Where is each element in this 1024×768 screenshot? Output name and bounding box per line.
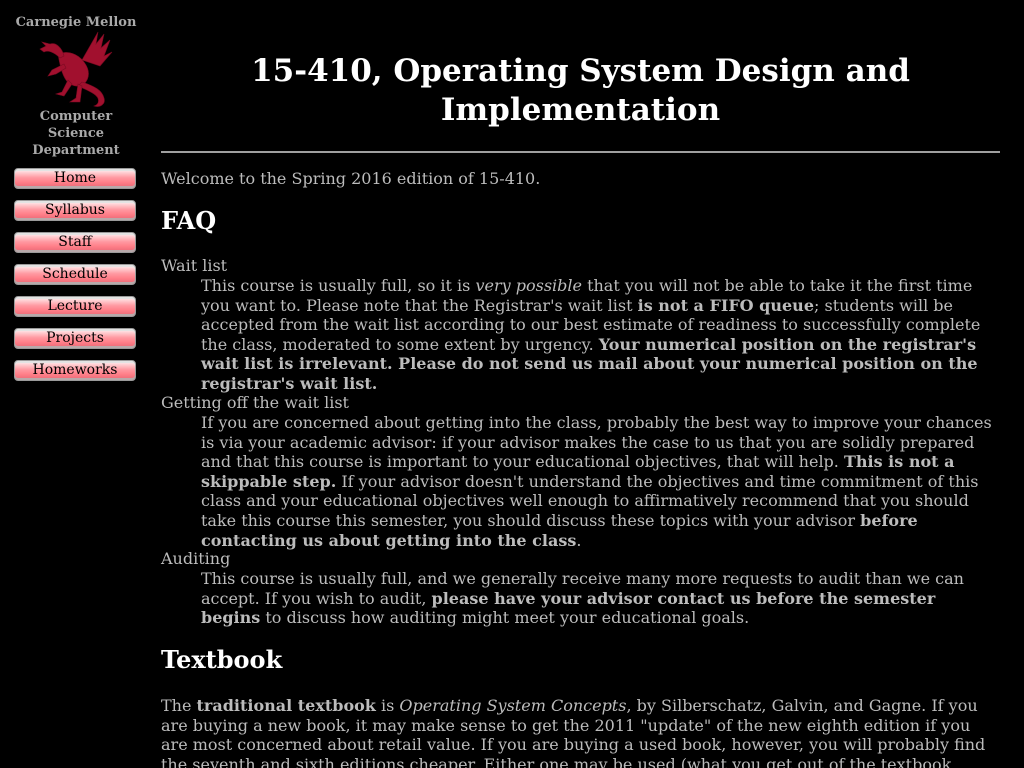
welcome-text: Welcome to the Spring 2016 edition of 15… [161,169,541,188]
page-title-line: 15-410, Operating System Design and [251,53,910,89]
faq-term: Wait list [161,256,228,275]
faq-answer: This course is usually full, and we gene… [201,569,1000,628]
dragon-logo-icon [39,31,113,107]
faq-answer: This course is usually full, so it is ve… [201,276,1000,394]
nav-button-projects[interactable]: Projects [14,328,136,349]
university-name: Carnegie Mellon [15,15,137,30]
text-run: . [576,530,582,550]
department-line: Computer [39,109,113,124]
emphasis-bold-text: is not a FIFO queue [637,295,814,315]
faq-answer: If you are concerned about getting into … [201,413,1000,550]
emphasis-bold-text: traditional textbook [196,696,376,715]
nav-button-schedule[interactable]: Schedule [14,264,136,285]
department-line: Science [47,126,105,141]
title-divider [161,151,1000,153]
nav-button-lecture[interactable]: Lecture [14,296,136,317]
text-run: is [375,696,400,715]
main-content: 15-410, Operating System Design and Impl… [161,0,1000,768]
sidebar: Carnegie Mellon Computer Science Departm… [0,0,152,768]
department-line: Department [32,143,120,158]
emphasis-italic-text: Operating System Concepts [399,696,627,715]
textbook-heading: Textbook [161,645,283,674]
nav-button-staff[interactable]: Staff [14,232,136,253]
faq-term: Getting off the wait list [161,393,349,412]
nav-button-home[interactable]: Home [14,168,136,189]
page-title: 15-410, Operating System Design and Impl… [161,52,1000,130]
nav-button-syllabus[interactable]: Syllabus [14,200,136,221]
text-run: The [161,696,197,715]
department-label: Computer Science Department [0,108,152,159]
textbook-paragraph: The traditional textbook is Operating Sy… [161,696,1000,768]
faq-term: Auditing [161,549,231,568]
text-run: to discuss how auditing might meet your … [260,608,750,628]
text-run: This course is usually full, so it is [201,276,476,295]
faq-heading: FAQ [161,206,217,235]
nav-button-homeworks[interactable]: Homeworks [14,360,136,381]
page-title-line: Implementation [440,92,721,128]
emphasis-italic-text: very possible [475,276,582,295]
